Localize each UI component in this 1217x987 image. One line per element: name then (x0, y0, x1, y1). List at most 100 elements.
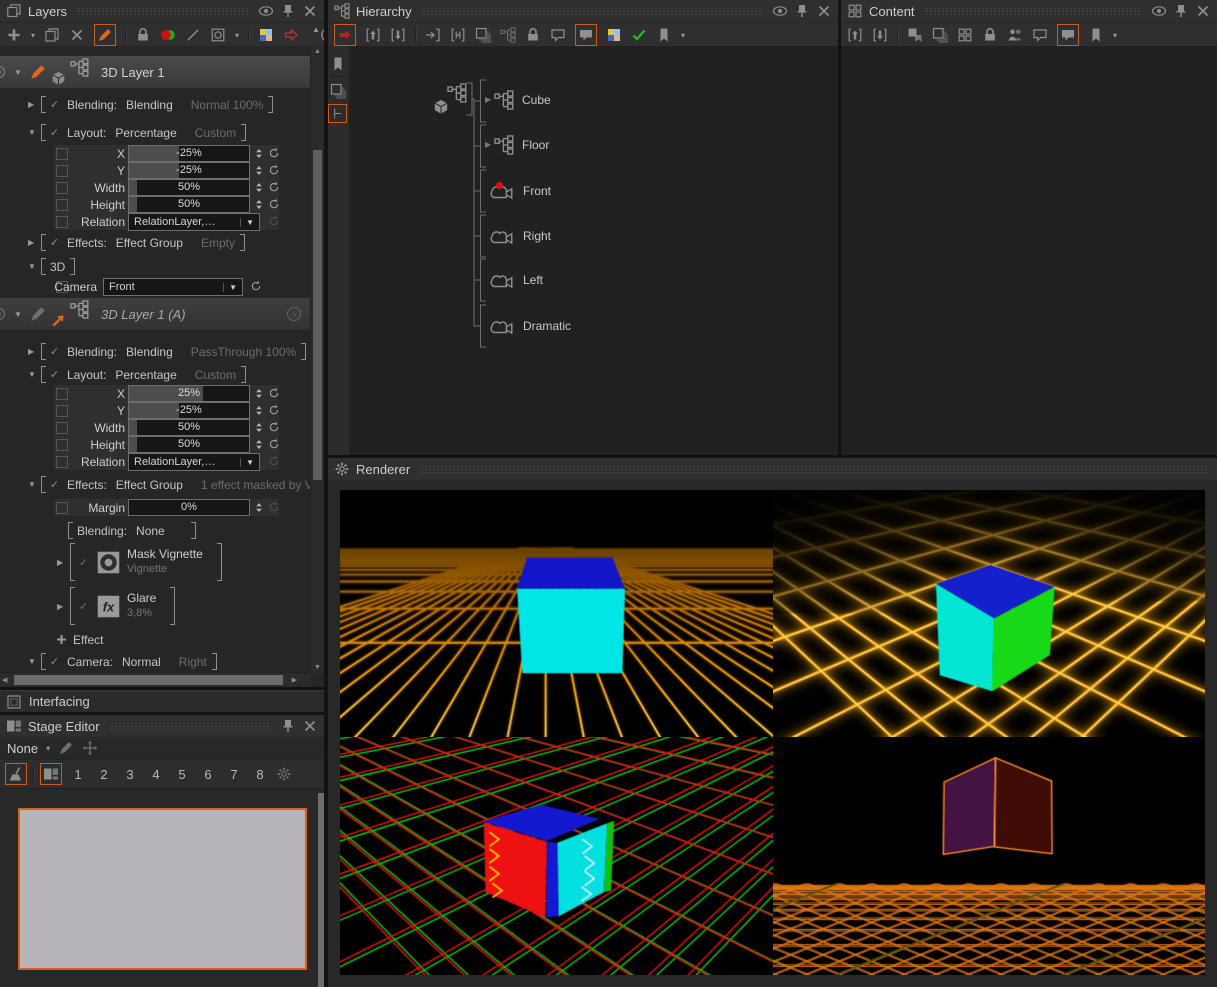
toolbar-scroll-up-icon[interactable]: ▲ (312, 25, 320, 34)
layer-row-3d-layer-1a[interactable]: ▼ 3D Layer 1 (A) fx (0, 298, 310, 330)
panel-drag-texture[interactable] (925, 7, 1141, 15)
panel-drag-texture[interactable] (422, 7, 762, 15)
effects-group-row[interactable]: ▶ ✓ Effects: Effect Group Empty (0, 234, 310, 251)
reset-icon[interactable] (268, 164, 280, 176)
expander-icon[interactable]: ▶ (57, 558, 70, 567)
edit-pencil-icon[interactable] (29, 305, 47, 323)
visibility-icon[interactable] (0, 306, 8, 322)
node-expander-icon[interactable]: ▶ (485, 141, 493, 149)
effect-item-glare[interactable]: ▶ ✓ fx Glare 3,8% (0, 585, 175, 627)
visibility-icon[interactable] (0, 64, 8, 80)
import-icon[interactable] (872, 27, 888, 43)
stepper-icon[interactable] (253, 181, 265, 194)
close-icon[interactable] (302, 718, 318, 734)
stage-slot-6[interactable]: 6 (198, 767, 218, 782)
color-palette-icon[interactable] (258, 27, 274, 43)
show-comments-button[interactable] (575, 24, 597, 46)
stage-slot-5[interactable]: 5 (172, 767, 192, 782)
expander-icon[interactable]: ▼ (28, 480, 41, 489)
preset-dropdown-icon[interactable]: ▾ (46, 744, 50, 753)
width-input[interactable]: 50% (128, 179, 250, 196)
layers-stack-icon[interactable] (932, 27, 948, 43)
stepper-icon[interactable] (253, 501, 265, 514)
animation-icon[interactable] (320, 27, 324, 43)
reset-icon[interactable] (268, 455, 280, 467)
node-expander-icon[interactable]: ▶ (485, 96, 493, 104)
panel-drag-texture[interactable] (420, 465, 1207, 473)
layer-row-3d-layer-1[interactable]: ▼ 3D Layer 1 (0, 56, 310, 88)
stage-scrollbar[interactable] (318, 793, 324, 987)
content-empty-area[interactable] (841, 46, 1217, 455)
preset-dropdown[interactable]: None (7, 741, 38, 756)
layers-stack-icon[interactable] (475, 27, 491, 43)
eye-icon[interactable] (1151, 3, 1167, 19)
expander-icon[interactable]: ▶ (57, 602, 70, 611)
stepper-icon[interactable] (253, 438, 265, 451)
scrollbar-thumb[interactable] (313, 150, 322, 480)
expander-icon[interactable]: ▼ (28, 128, 41, 137)
expander-icon[interactable]: ▼ (28, 262, 41, 271)
eye-icon[interactable] (258, 3, 274, 19)
horizontal-scrollbar[interactable]: ◀ ▶ (0, 672, 311, 687)
layout-group-row[interactable]: ▼ ✓ Layout: Percentage Custom (0, 124, 310, 141)
bookmark-dropdown-icon[interactable]: ▾ (1113, 31, 1117, 40)
expander-icon[interactable]: ▼ (14, 310, 27, 319)
bookmark-square-icon[interactable] (907, 27, 923, 43)
solo-mute-icon[interactable] (160, 27, 176, 43)
delete-layer-icon[interactable] (69, 27, 85, 43)
renderer-header[interactable]: Renderer (328, 458, 1217, 480)
root-node-icon[interactable] (433, 83, 467, 115)
y-input[interactable]: -25% (128, 402, 250, 419)
stage-slot-1[interactable]: 1 (68, 767, 88, 782)
x-input[interactable]: -25% (128, 145, 250, 162)
tree-node-floor[interactable]: ▶ Floor (486, 135, 549, 155)
stepper-icon[interactable] (253, 421, 265, 434)
sub-blending-row[interactable]: Blending: None (0, 522, 310, 539)
duplicate-layer-icon[interactable] (44, 27, 60, 43)
import-icon[interactable] (390, 27, 406, 43)
group-check-icon[interactable]: ✓ (48, 368, 61, 381)
pin-icon[interactable] (280, 718, 296, 734)
expander-icon[interactable]: ▶ (28, 238, 41, 247)
pin-icon[interactable] (794, 3, 810, 19)
validate-check-icon[interactable] (631, 27, 647, 43)
viewport-right-camera[interactable] (773, 490, 1206, 737)
reset-icon[interactable] (250, 280, 262, 292)
viewport-left-camera-anaglyph[interactable] (340, 737, 773, 975)
export-icon[interactable] (847, 27, 863, 43)
stepper-icon[interactable] (253, 404, 265, 417)
pin-icon[interactable] (1173, 3, 1189, 19)
camera-group-row[interactable]: ▼ ✓ Camera: Normal Right (0, 653, 310, 670)
slash-icon[interactable] (185, 27, 201, 43)
stepper-icon[interactable] (253, 198, 265, 211)
edit-pencil-icon[interactable] (58, 740, 74, 756)
bookmark-icon[interactable] (1088, 27, 1104, 43)
height-input[interactable]: 50% (128, 436, 250, 453)
layers-stack-icon[interactable] (330, 83, 346, 99)
mask-dropdown-icon[interactable]: ▾ (235, 31, 239, 40)
reset-icon[interactable] (268, 404, 280, 416)
reset-icon[interactable] (268, 198, 280, 210)
collapse-icon[interactable] (450, 27, 466, 43)
tree-view-icon[interactable] (500, 27, 516, 43)
effects-group-row[interactable]: ▼ ✓ Effects: Effect Group 1 effect maske… (0, 476, 310, 493)
group-check-icon[interactable]: ✓ (48, 126, 61, 139)
relation-dropdown[interactable]: RelationLayer,…▼ (128, 453, 260, 471)
stage-slot-8[interactable]: 8 (250, 767, 270, 782)
interfacing-bar[interactable]: Interfacing (0, 690, 324, 712)
edit-pencil-icon[interactable] (29, 63, 47, 81)
users-icon[interactable] (1007, 27, 1023, 43)
reset-icon[interactable] (268, 421, 280, 433)
close-icon[interactable] (1195, 3, 1211, 19)
reset-icon[interactable] (268, 215, 280, 227)
panel-drag-texture[interactable] (110, 722, 270, 730)
add-layer-button[interactable] (6, 27, 22, 43)
width-input[interactable]: 50% (128, 419, 250, 436)
reset-icon[interactable] (268, 501, 280, 513)
group-check-icon[interactable]: ✓ (48, 98, 61, 111)
group-check-icon[interactable]: ✓ (48, 236, 61, 249)
stage-preview[interactable] (18, 808, 307, 970)
effect-item-mask-vignette[interactable]: ▶ ✓ Mask Vignette Vignette (0, 541, 222, 583)
scroll-up-icon[interactable]: ▲ (311, 48, 324, 55)
tree-node-left[interactable]: Left (489, 271, 543, 289)
